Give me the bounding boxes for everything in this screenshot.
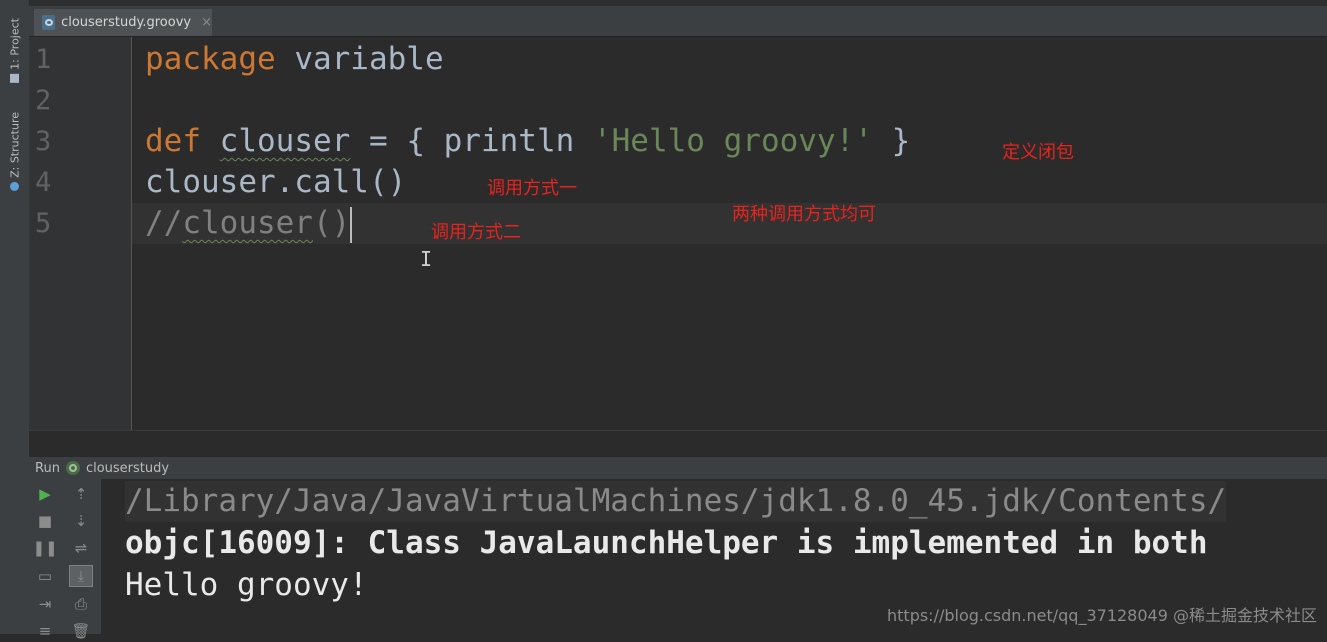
close-tab-icon[interactable]: × xyxy=(201,15,212,30)
groovy-run-config-icon xyxy=(65,461,80,475)
line-number: 5 xyxy=(35,208,52,239)
annotation-define-closure: 定义闭包 xyxy=(1002,142,1074,163)
project-tool-tab[interactable]: 1: Project xyxy=(4,18,26,83)
editor-tab-bar: clouserstudy.groovy × xyxy=(29,6,1327,37)
left-tool-strip: 1: Project Z: Structure xyxy=(0,0,30,634)
comment-suffix: () xyxy=(312,205,351,241)
closure-variable-name: clouser xyxy=(219,123,351,159)
run-toolbar: ▶ ⇡ ■ ⇣ ❚❚ ⇌ ▭ ⤓ ⇥ ⎙ ≡ 🗑 xyxy=(29,479,102,640)
settings-icon[interactable]: ≡ xyxy=(33,620,57,642)
line-number-gutter: 1 2 3 4 5 xyxy=(29,37,132,430)
structure-tool-tab[interactable]: Z: Structure xyxy=(4,112,26,191)
code-line-1: package variable xyxy=(145,39,444,80)
line-number: 4 xyxy=(35,167,52,198)
scroll-to-end-icon[interactable]: ⤓ xyxy=(69,565,93,587)
line-number: 2 xyxy=(35,85,52,116)
annotation-call-one: 调用方式一 xyxy=(487,178,577,199)
code-line-4: clouser.call() xyxy=(145,162,406,203)
editor-tab-clouserstudy[interactable]: clouserstudy.groovy × xyxy=(34,9,212,36)
keyword-package: package xyxy=(145,41,276,77)
console-line-warning: objc[16009]: Class JavaLaunchHelper is i… xyxy=(125,525,1208,561)
project-icon xyxy=(10,73,20,83)
annotation-call-two: 调用方式二 xyxy=(431,222,521,243)
comment-prefix: // xyxy=(145,205,183,241)
clear-trash-icon[interactable]: 🗑 xyxy=(69,620,93,642)
stop-icon[interactable]: ■ xyxy=(33,510,57,532)
scroll-up-icon[interactable]: ⇡ xyxy=(69,483,93,505)
rerun-play-icon[interactable]: ▶ xyxy=(33,483,57,505)
groovy-file-icon xyxy=(42,15,56,30)
watermark: https://blog.csdn.net/qq_37128049 @稀土掘金技… xyxy=(887,606,1317,625)
call-statement: clouser.call() xyxy=(145,164,407,200)
annotation-both-ok: 两种调用方式均可 xyxy=(732,204,876,225)
code-editor[interactable]: 1 2 3 4 5 package variable def clouser =… xyxy=(29,37,1327,430)
console-line-command: /Library/Java/JavaVirtualMachines/jdk1.8… xyxy=(125,481,1227,522)
exit-icon[interactable]: ⇥ xyxy=(33,593,57,615)
commented-closure-name: clouser xyxy=(182,205,313,241)
closure-body-start: = { println xyxy=(350,123,593,159)
run-panel-header: Run clouserstudy xyxy=(29,456,1327,479)
text-caret xyxy=(350,206,353,243)
project-tab-label: 1: Project xyxy=(8,18,22,70)
keyword-def: def xyxy=(145,123,201,159)
dump-threads-icon[interactable]: ▭ xyxy=(33,565,57,587)
structure-tab-label: Z: Structure xyxy=(8,112,22,178)
run-panel-label: Run xyxy=(35,460,60,476)
line-number: 3 xyxy=(35,126,52,157)
string-literal: 'Hello groovy!' xyxy=(592,123,873,159)
run-config-name[interactable]: clouserstudy xyxy=(86,461,169,476)
package-name: variable xyxy=(275,41,444,77)
editor-tab-label: clouserstudy.groovy xyxy=(61,15,192,30)
closure-body-end: } xyxy=(872,123,911,159)
scroll-down-icon[interactable]: ⇣ xyxy=(69,510,93,532)
line-number: 1 xyxy=(35,44,52,75)
structure-icon xyxy=(10,181,20,191)
panel-splitter[interactable] xyxy=(29,430,1327,457)
soft-wrap-icon[interactable]: ⇌ xyxy=(69,537,93,559)
mouse-ibeam-cursor-icon: I xyxy=(420,247,433,271)
print-icon[interactable]: ⎙ xyxy=(69,593,93,615)
code-line-5: //clouser() xyxy=(145,203,353,244)
code-line-3: def clouser = { println 'Hello groovy!' … xyxy=(145,121,910,162)
console-line-output: Hello groovy! xyxy=(125,567,368,603)
pause-icon[interactable]: ❚❚ xyxy=(32,537,57,559)
